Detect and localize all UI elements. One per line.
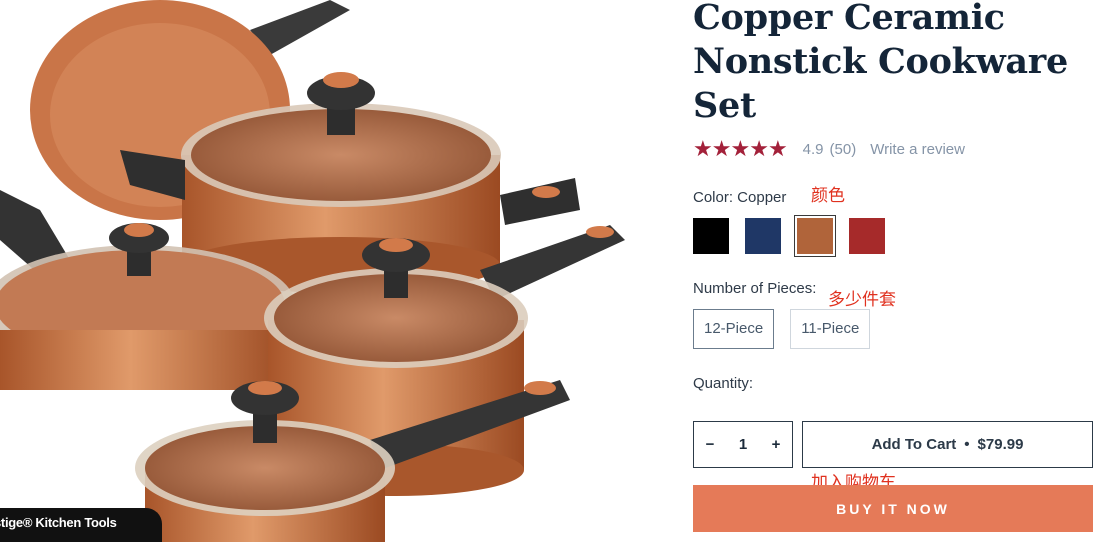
pieces-label: Number of Pieces: [693,280,817,297]
swatch-red[interactable] [849,218,885,254]
quantity-stepper[interactable]: − 1 + [693,421,793,468]
star-icon: ★ [693,136,713,161]
add-to-cart-price: $79.99 [977,436,1024,453]
brand-logo-text: stige® Kitchen Tools [0,515,117,530]
rating-value: 4.9 [802,140,824,158]
product-rating: ★ ★ ★ ★ ★ 4.9 (50) Write a review [693,138,965,160]
cookware-product-image [0,0,625,542]
swatch-black[interactable] [693,218,729,254]
star-icon: ★ [767,136,788,161]
buy-it-now-button[interactable]: BUY IT NOW [693,485,1093,532]
product-title: Copper Ceramic Nonstick Cookware Set [693,0,1068,126]
pieces-options: 12-Piece 11-Piece [693,309,886,349]
quantity-label: Quantity: [693,375,754,392]
quantity-decrease-button[interactable]: − [694,436,726,453]
color-label: Color: Copper [693,189,787,206]
pieces-annotation: 多少件套 [828,290,896,310]
piece-option-11[interactable]: 11-Piece [790,309,871,349]
swatch-copper[interactable] [794,215,836,257]
quantity-increase-button[interactable]: + [760,436,792,453]
rating-count[interactable]: (50) [830,141,857,158]
star-icon: ★ [730,136,750,161]
color-swatches [693,215,901,257]
star-icon: ★ [749,136,769,161]
quantity-value[interactable]: 1 [739,436,747,453]
write-review-link[interactable]: Write a review [870,141,965,158]
color-annotation: 颜色 [811,186,845,206]
product-image-gallery[interactable]: stige® Kitchen Tools [0,0,640,542]
swatch-navy[interactable] [745,218,781,254]
brand-logo-tag: stige® Kitchen Tools [0,508,162,542]
star-rating: ★ ★ ★ ★ ★ [693,136,788,161]
add-to-cart-label: Add To Cart [871,436,957,453]
price-separator: • [964,436,970,453]
star-icon: ★ [711,136,732,161]
add-to-cart-button[interactable]: Add To Cart • $79.99 [802,421,1093,468]
piece-option-12[interactable]: 12-Piece [693,309,775,349]
